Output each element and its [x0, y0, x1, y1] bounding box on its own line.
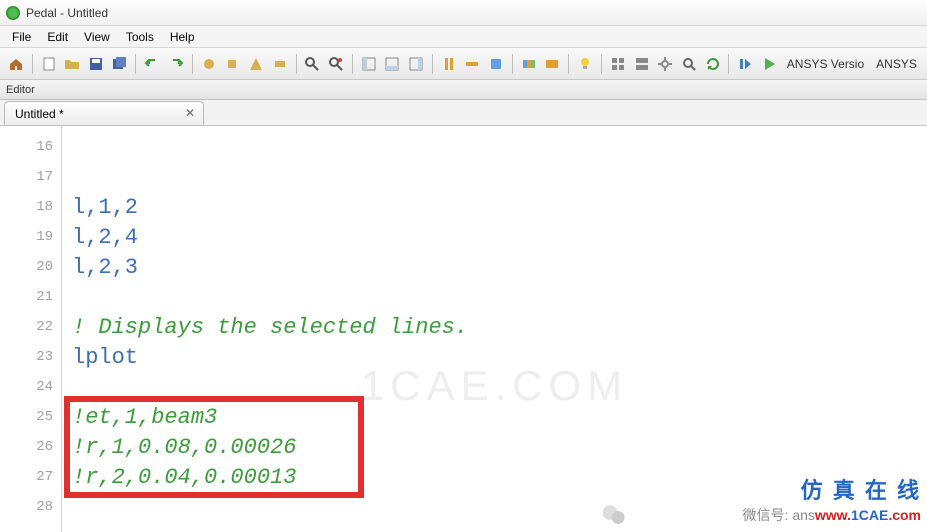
- code-line[interactable]: [62, 162, 927, 192]
- toggle-4-icon[interactable]: [269, 53, 291, 75]
- toggle-2-icon[interactable]: [221, 53, 243, 75]
- line-number: 16: [0, 132, 61, 162]
- panel-3-icon[interactable]: [405, 53, 427, 75]
- ansys-label[interactable]: ANSYS: [870, 57, 923, 71]
- line-number: 22: [0, 312, 61, 342]
- refresh-icon[interactable]: [702, 53, 724, 75]
- tab-untitled[interactable]: Untitled * ✕: [4, 101, 204, 125]
- line-number: 25: [0, 402, 61, 432]
- menu-file[interactable]: File: [4, 28, 39, 46]
- run-icon[interactable]: [758, 53, 780, 75]
- code-line[interactable]: l,2,3: [62, 252, 927, 282]
- toolbar: ANSYS Versio ANSYS: [0, 48, 927, 80]
- color-2-icon[interactable]: [542, 53, 564, 75]
- line-number: 24: [0, 372, 61, 402]
- editor-panel-header: Editor: [0, 80, 927, 100]
- tool-a-icon[interactable]: [438, 53, 460, 75]
- line-number: 21: [0, 282, 61, 312]
- panel-2-icon[interactable]: [382, 53, 404, 75]
- home-icon[interactable]: [5, 53, 27, 75]
- color-1-icon[interactable]: [518, 53, 540, 75]
- ansys-version-label[interactable]: ANSYS Versio: [781, 57, 870, 71]
- window-titlebar: Pedal - Untitled: [0, 0, 927, 26]
- tool-c-icon[interactable]: [485, 53, 507, 75]
- code-line[interactable]: [62, 282, 927, 312]
- code-editor[interactable]: 16171819202122232425262728 1CAE.COM l,1,…: [0, 126, 927, 532]
- line-number: 20: [0, 252, 61, 282]
- watermark-corner: 仿 真 在 线 微信号: answww.1CAE.com: [743, 476, 921, 526]
- grid-2-icon[interactable]: [631, 53, 653, 75]
- zoom-icon[interactable]: [678, 53, 700, 75]
- settings-icon[interactable]: [654, 53, 676, 75]
- panel-1-icon[interactable]: [358, 53, 380, 75]
- app-icon: [6, 6, 20, 20]
- line-number: 18: [0, 192, 61, 222]
- code-line[interactable]: !et,1,beam3: [62, 402, 927, 432]
- menu-edit[interactable]: Edit: [39, 28, 76, 46]
- menu-bar: File Edit View Tools Help: [0, 26, 927, 48]
- code-line[interactable]: [62, 132, 927, 162]
- line-number: 28: [0, 492, 61, 522]
- code-line[interactable]: ! Displays the selected lines.: [62, 312, 927, 342]
- watermark-prefix: 微信号: ans: [743, 507, 815, 523]
- watermark-cn: 仿 真 在 线: [743, 476, 921, 507]
- grid-1-icon[interactable]: [607, 53, 629, 75]
- lightbulb-icon[interactable]: [574, 53, 596, 75]
- window-title: Pedal - Untitled: [26, 6, 108, 20]
- code-line[interactable]: [62, 372, 927, 402]
- open-file-icon[interactable]: [61, 53, 83, 75]
- tool-b-icon[interactable]: [462, 53, 484, 75]
- line-number: 23: [0, 342, 61, 372]
- code-area[interactable]: 1CAE.COM l,1,2l,2,4l,2,3! Displays the s…: [62, 126, 927, 532]
- code-line[interactable]: !r,1,0.08,0.00026: [62, 432, 927, 462]
- editor-panel-title: Editor: [6, 84, 35, 96]
- code-line[interactable]: l,1,2: [62, 192, 927, 222]
- find-icon[interactable]: [302, 53, 324, 75]
- save-all-icon[interactable]: [109, 53, 131, 75]
- code-line[interactable]: l,2,4: [62, 222, 927, 252]
- new-file-icon[interactable]: [38, 53, 60, 75]
- tab-label: Untitled *: [15, 107, 64, 121]
- close-icon[interactable]: ✕: [183, 106, 197, 120]
- step-icon[interactable]: [734, 53, 756, 75]
- find-replace-icon[interactable]: [325, 53, 347, 75]
- line-number: 26: [0, 432, 61, 462]
- menu-tools[interactable]: Tools: [118, 28, 162, 46]
- redo-icon[interactable]: [165, 53, 187, 75]
- save-icon[interactable]: [85, 53, 107, 75]
- menu-view[interactable]: View: [76, 28, 118, 46]
- toggle-3-icon[interactable]: [245, 53, 267, 75]
- menu-help[interactable]: Help: [162, 28, 203, 46]
- tab-bar: Untitled * ✕: [0, 100, 927, 126]
- undo-icon[interactable]: [141, 53, 163, 75]
- code-line[interactable]: lplot: [62, 342, 927, 372]
- toggle-1-icon[interactable]: [198, 53, 220, 75]
- wechat-icon: [601, 502, 627, 528]
- line-number: 17: [0, 162, 61, 192]
- line-number: 19: [0, 222, 61, 252]
- line-gutter: 16171819202122232425262728: [0, 126, 62, 532]
- line-number: 27: [0, 462, 61, 492]
